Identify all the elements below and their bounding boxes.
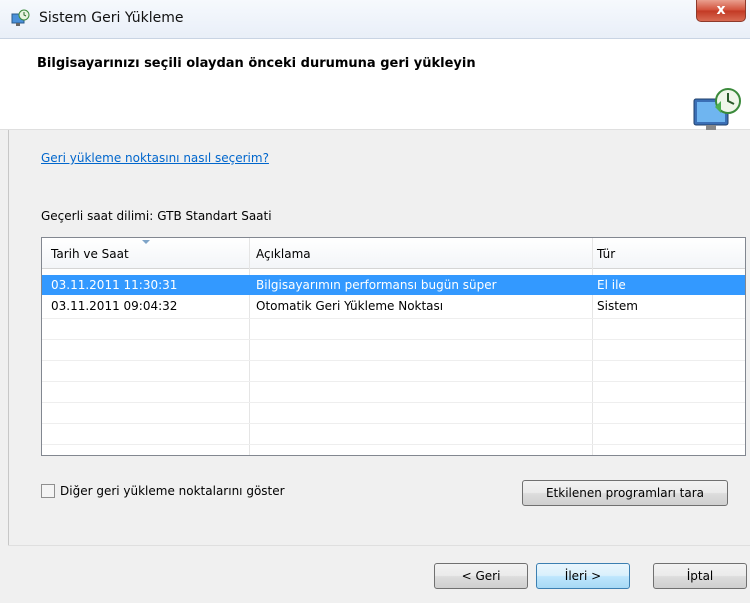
back-button[interactable]: < Geri: [434, 563, 528, 589]
close-button[interactable]: x: [696, 0, 746, 22]
header-panel: Bilgisayarınızı seçili olaydan önceki du…: [0, 39, 750, 134]
sort-arrow-icon: [142, 240, 150, 244]
scan-affected-programs-button[interactable]: Etkilenen programları tara: [522, 480, 728, 506]
show-more-label[interactable]: Diğer geri yükleme noktalarını göster: [60, 484, 285, 498]
next-button[interactable]: İleri >: [536, 563, 630, 589]
scan-button-label: Etkilenen programları tara: [545, 486, 705, 500]
show-more-checkbox[interactable]: [41, 484, 55, 498]
table-row[interactable]: 03.11.2011 09:04:32 Otomatik Geri Yüklem…: [42, 296, 745, 316]
row-gridline: [42, 402, 745, 403]
cell-description: Otomatik Geri Yükleme Noktası: [256, 299, 444, 313]
close-icon: x: [716, 2, 726, 18]
row-gridline: [42, 423, 745, 424]
cell-date: 03.11.2011 09:04:32: [51, 299, 178, 313]
cell-date: 03.11.2011 11:30:31: [51, 278, 178, 292]
system-restore-icon: [11, 9, 30, 26]
footer-panel: [0, 546, 750, 603]
cell-type: El ile: [597, 278, 626, 292]
cancel-button-label: İptal: [686, 569, 714, 583]
window-left-edge: [0, 130, 9, 603]
column-header-type[interactable]: Tür: [597, 247, 615, 261]
row-gridline: [42, 381, 745, 382]
cell-description: Bilgisayarımın performansı bugün süper: [256, 278, 497, 292]
next-button-label: İleri >: [564, 569, 602, 583]
table-header: Tarih ve Saat Açıklama Tür: [42, 238, 745, 269]
cancel-button[interactable]: İptal: [653, 563, 747, 589]
title-bar: Sistem Geri Yükleme x: [0, 0, 750, 39]
restore-points-table[interactable]: Tarih ve Saat Açıklama Tür 03.11.2011 11…: [41, 237, 746, 456]
timezone-info: Geçerli saat dilimi: GTB Standart Saati: [41, 209, 272, 223]
row-gridline: [42, 339, 745, 340]
column-header-date[interactable]: Tarih ve Saat: [51, 247, 129, 261]
cell-type: Sistem: [597, 299, 638, 313]
row-gridline: [42, 444, 745, 445]
row-gridline: [42, 318, 745, 319]
window-title: Sistem Geri Yükleme: [39, 10, 184, 26]
row-gridline: [42, 360, 745, 361]
timezone-value: GTB Standart Saati: [157, 209, 272, 223]
back-button-label: < Geri: [461, 569, 501, 583]
table-row[interactable]: 03.11.2011 11:30:31 Bilgisayarımın perfo…: [42, 275, 745, 295]
page-title: Bilgisayarınızı seçili olaydan önceki du…: [37, 56, 476, 71]
column-header-description[interactable]: Açıklama: [256, 247, 311, 261]
timezone-label: Geçerli saat dilimi:: [41, 209, 154, 223]
help-link[interactable]: Geri yükleme noktasını nasıl seçerim?: [41, 151, 269, 165]
